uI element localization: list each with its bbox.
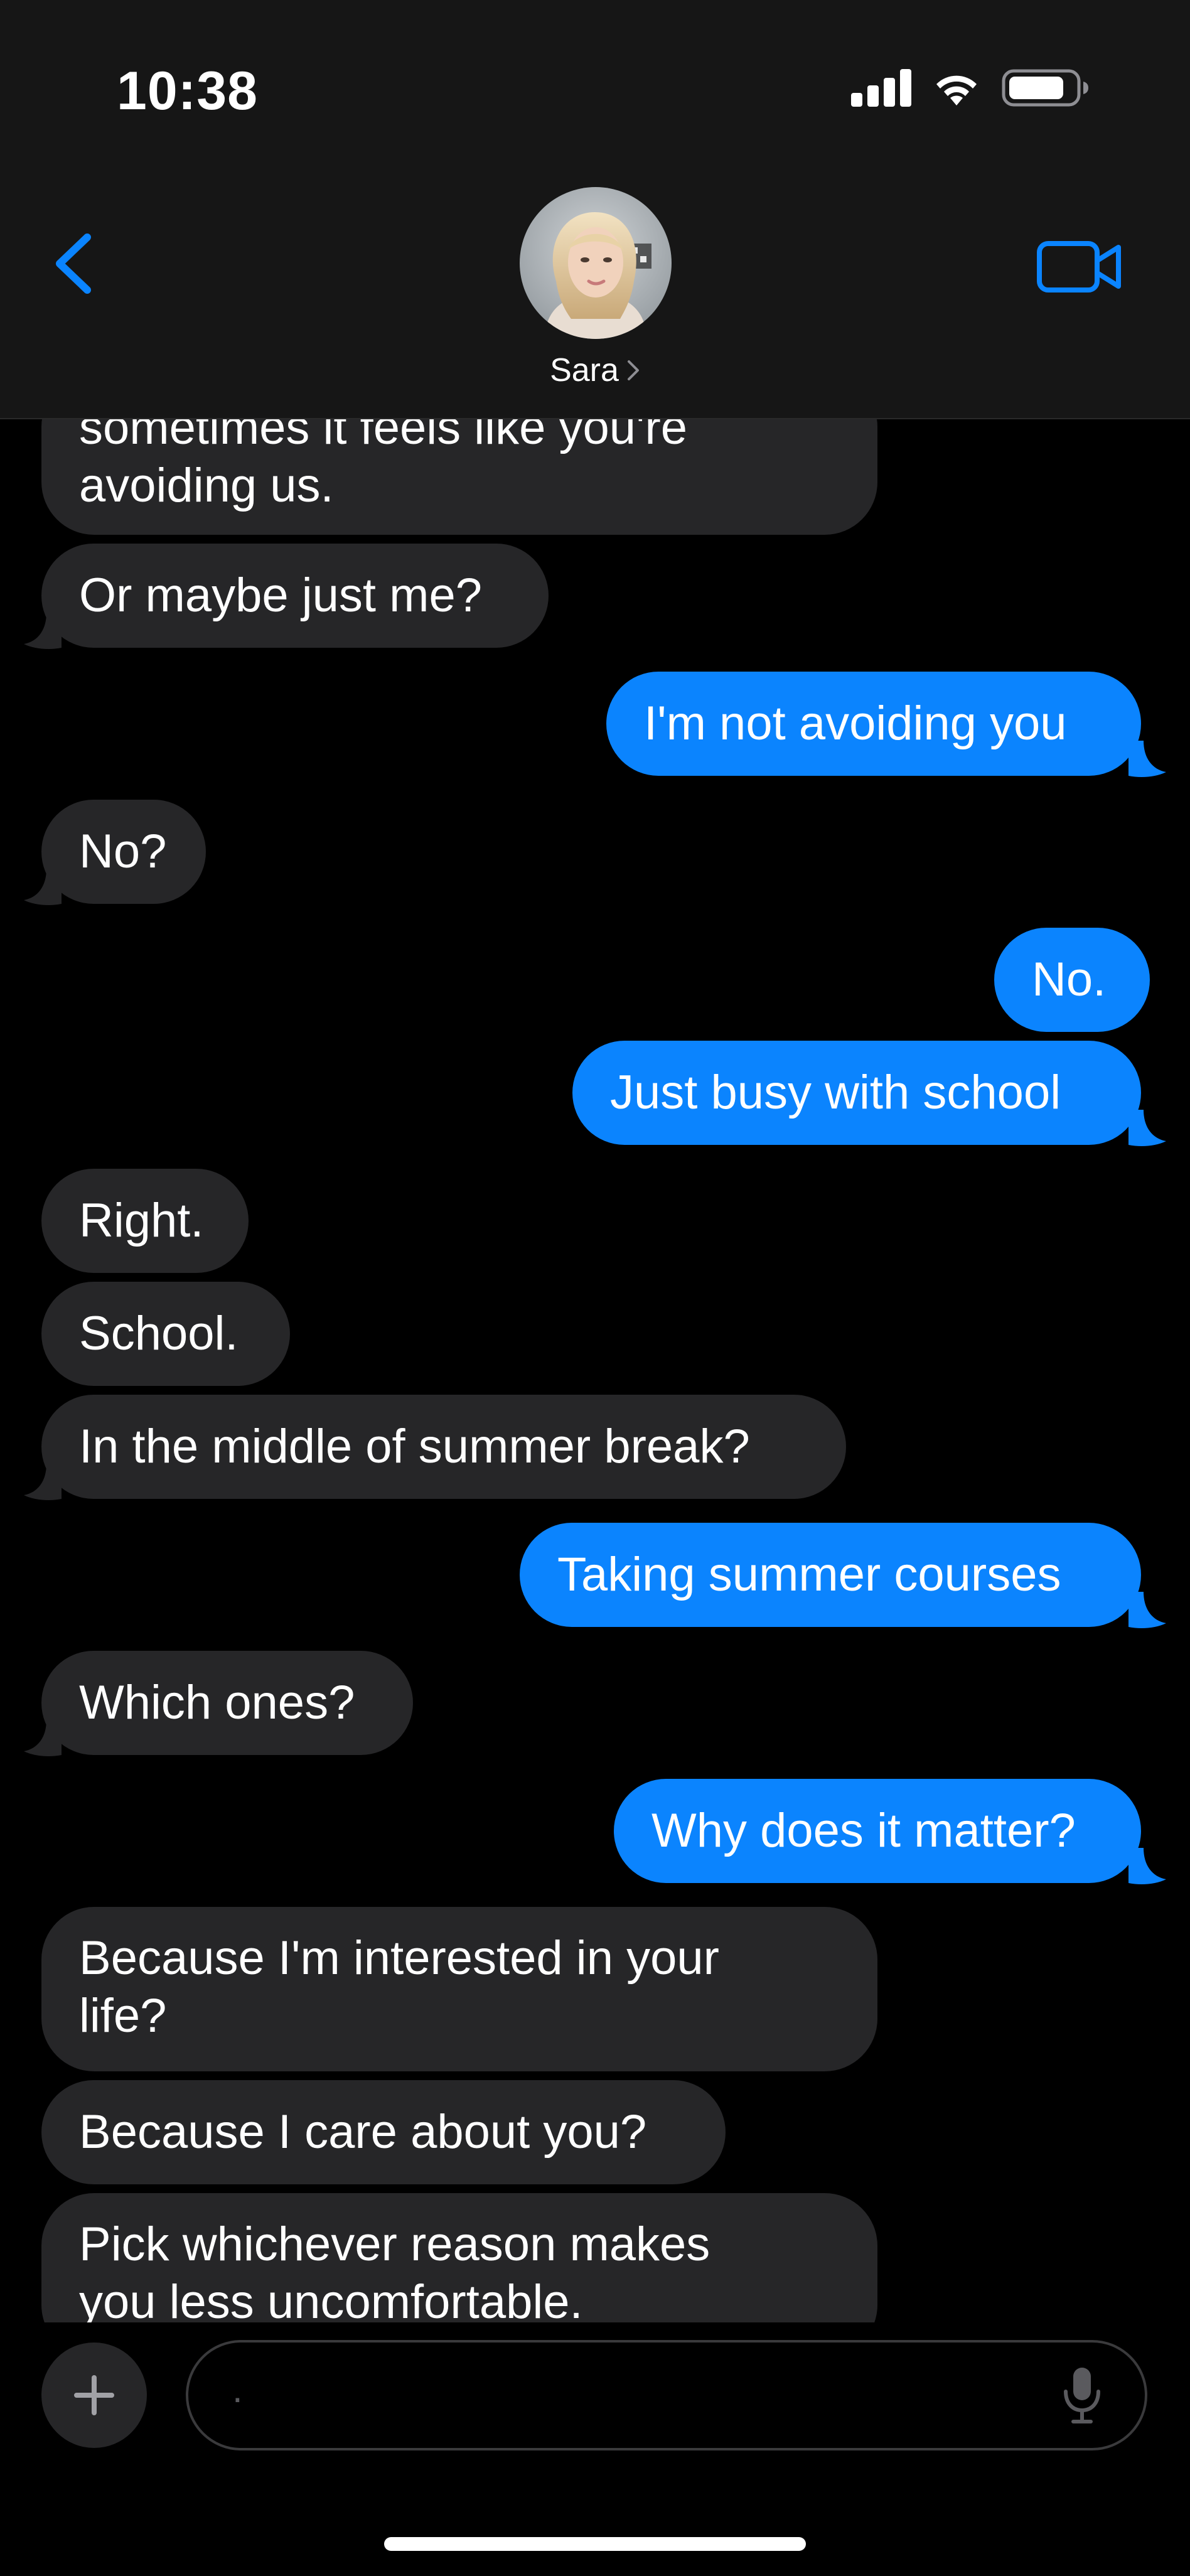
bubble-tail bbox=[24, 869, 62, 905]
message-bubble-received[interactable]: Pick whichever reason makes you less unc… bbox=[41, 2193, 877, 2322]
home-indicator[interactable] bbox=[384, 2537, 806, 2551]
message-bubble-sent[interactable]: Taking summer courses bbox=[520, 1523, 1141, 1627]
bubble-tail bbox=[1128, 741, 1166, 777]
message-bubble-received[interactable]: Or maybe just me? bbox=[41, 544, 549, 648]
video-camera-icon bbox=[1037, 241, 1121, 292]
bubble-tail bbox=[24, 1464, 62, 1500]
message-bubble-sent[interactable]: I'm not avoiding you bbox=[606, 672, 1141, 776]
contact-avatar[interactable] bbox=[520, 187, 672, 339]
add-attachment-button[interactable] bbox=[41, 2343, 147, 2448]
contact-name-button[interactable]: Sara bbox=[0, 352, 1190, 389]
chevron-left-icon bbox=[56, 233, 91, 294]
battery-icon bbox=[1002, 69, 1088, 107]
wifi-icon bbox=[936, 75, 977, 105]
message-text-line: Because I'm interested in your bbox=[79, 1931, 719, 1985]
microphone-icon bbox=[1064, 2368, 1100, 2423]
message-text: Just busy with school bbox=[610, 1066, 1061, 1119]
message-text: Because I care about you? bbox=[79, 2105, 647, 2159]
message-bubble-sent[interactable]: Why does it matter? bbox=[614, 1779, 1141, 1883]
message-text-line: life? bbox=[79, 1989, 167, 2042]
cellular-signal-icon bbox=[851, 69, 911, 107]
message-text: Taking summer courses bbox=[557, 1548, 1061, 1601]
conversation-header: 10:38 Sara bbox=[0, 0, 1190, 419]
avatar-photo bbox=[520, 187, 672, 339]
plus-icon bbox=[74, 2375, 114, 2415]
header-divider bbox=[0, 418, 1190, 419]
message-bubble-received[interactable]: Right. bbox=[41, 1169, 249, 1273]
message-text-line: Pick whichever reason makes bbox=[79, 2218, 710, 2271]
message-bubble-received[interactable]: No? bbox=[41, 800, 206, 904]
message-bubble-sent[interactable]: Just busy with school bbox=[572, 1041, 1141, 1145]
message-bubble-received[interactable]: School. bbox=[41, 1282, 290, 1386]
message-text: In the middle of summer break? bbox=[79, 1420, 750, 1473]
contact-name: Sara bbox=[550, 352, 619, 389]
message-text: No. bbox=[1032, 953, 1107, 1006]
message-text: Which ones? bbox=[79, 1676, 355, 1729]
back-button[interactable] bbox=[41, 226, 104, 301]
message-text: No? bbox=[79, 825, 167, 878]
message-text: School. bbox=[79, 1307, 239, 1360]
bubble-tail bbox=[1128, 1592, 1166, 1628]
bubble-tail bbox=[24, 1720, 62, 1756]
bubble-tail bbox=[24, 613, 62, 649]
message-bubble-received[interactable]: Because I'm interested in your life? bbox=[41, 1907, 877, 2071]
message-bubble-received[interactable]: Because I care about you? bbox=[41, 2080, 726, 2184]
message-input-placeholder: . bbox=[232, 2368, 243, 2410]
status-time: 10:38 bbox=[117, 61, 258, 121]
message-bubble-received[interactable]: Which ones? bbox=[41, 1651, 413, 1755]
message-text: Right. bbox=[79, 1194, 204, 1247]
message-text: I'm not avoiding you bbox=[644, 697, 1067, 750]
dictation-button[interactable] bbox=[1057, 2360, 1107, 2430]
message-text-line: avoiding us. bbox=[79, 459, 334, 512]
chevron-right-icon bbox=[627, 360, 639, 380]
facetime-video-button[interactable] bbox=[1029, 232, 1130, 301]
message-input[interactable]: . bbox=[186, 2340, 1147, 2450]
message-text-line: you less uncomfortable. bbox=[79, 2275, 583, 2322]
status-icons bbox=[851, 64, 1090, 112]
message-bubble-received[interactable]: In the middle of summer break? bbox=[41, 1395, 846, 1499]
message-text: Why does it matter? bbox=[651, 1804, 1076, 1857]
message-bubble-sent[interactable]: No. bbox=[994, 928, 1150, 1032]
bubble-tail bbox=[1128, 1110, 1166, 1146]
message-text: Or maybe just me? bbox=[79, 569, 482, 622]
bubble-tail bbox=[1128, 1848, 1166, 1884]
